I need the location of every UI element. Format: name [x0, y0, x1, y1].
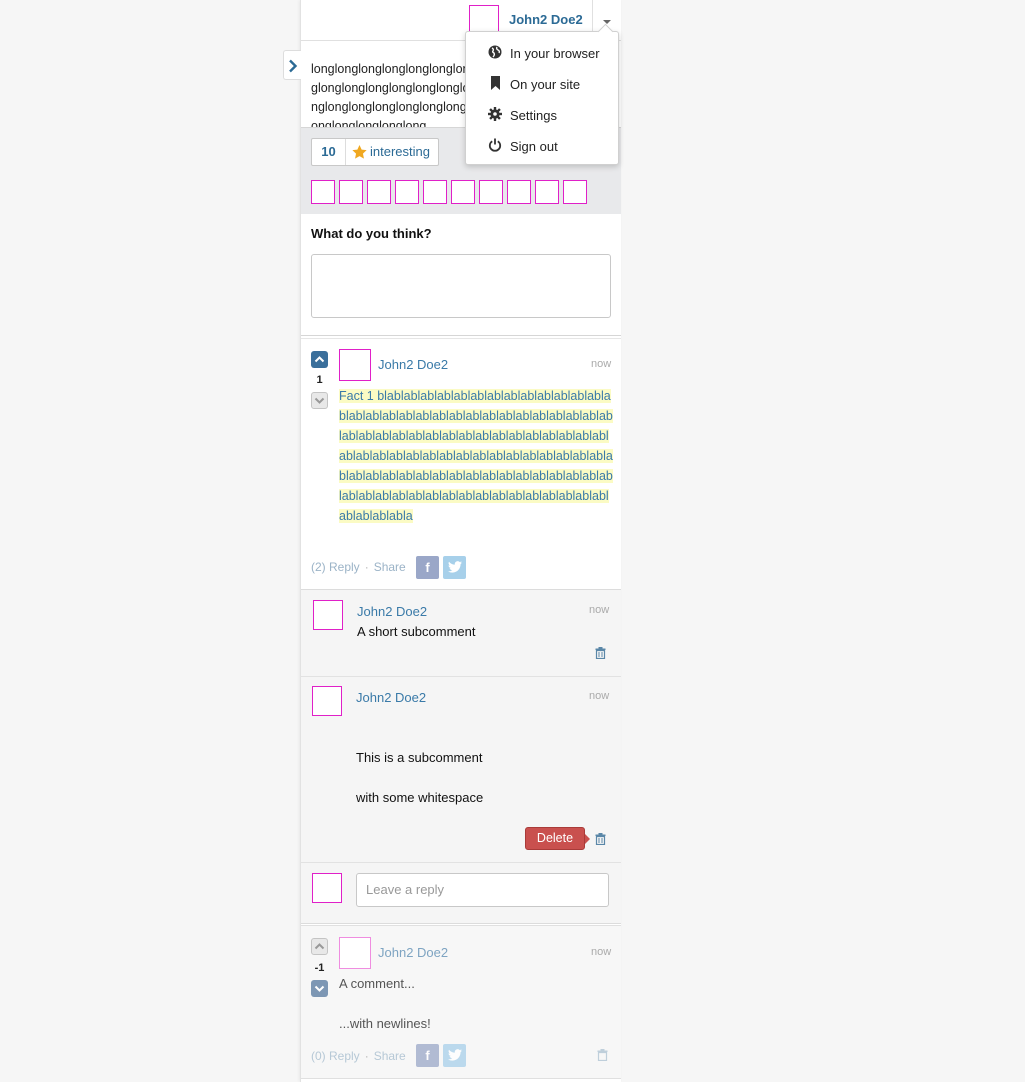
- menu-item-on-your-site[interactable]: On your site: [466, 69, 618, 100]
- divider: [301, 676, 621, 677]
- reply-input[interactable]: Leave a reply: [356, 873, 609, 907]
- share-link[interactable]: Share: [374, 1049, 406, 1063]
- comment-actions: (0) Reply · Share: [311, 1049, 406, 1063]
- subcomment-author[interactable]: John2 Doe2: [357, 604, 427, 619]
- vote-count: -1: [314, 962, 325, 974]
- comment-textarea[interactable]: [311, 254, 611, 318]
- menu-item-label: In your browser: [510, 46, 600, 61]
- user-menu: In your browser On your site Settings Si…: [465, 31, 619, 165]
- comment-author[interactable]: John2 Doe2: [378, 357, 448, 372]
- avatar[interactable]: [535, 180, 559, 204]
- comment-time: now: [591, 946, 612, 958]
- avatar[interactable]: [339, 937, 371, 969]
- avatar[interactable]: [311, 180, 335, 204]
- reply-link[interactable]: (2) Reply: [311, 560, 360, 574]
- subcomment-author[interactable]: John2 Doe2: [356, 690, 426, 705]
- compose-section: What do you think?: [301, 214, 621, 336]
- upvote-button[interactable]: [311, 351, 328, 368]
- downvote-button[interactable]: [311, 980, 328, 997]
- comment-text: Fact 1 blablablablablablablablablablabla…: [339, 389, 613, 523]
- share-link[interactable]: Share: [374, 560, 406, 574]
- sidebar-toggle[interactable]: [283, 50, 301, 80]
- interest-count: 10: [312, 139, 346, 165]
- subcomment-text-line: with some whitespace: [356, 790, 484, 805]
- chevron-up-icon: [314, 943, 325, 950]
- avatar[interactable]: [339, 180, 363, 204]
- vote-count: 1: [316, 374, 323, 386]
- comment-time: now: [591, 358, 612, 370]
- comment-text-line: A comment...: [339, 976, 415, 991]
- page-text: longlonglonglonglonglonglonglonglonglong…: [311, 62, 470, 133]
- bookmark-icon: [491, 76, 500, 90]
- interested-users: [311, 180, 591, 204]
- menu-item-settings[interactable]: Settings: [466, 100, 618, 131]
- twitter-share-button[interactable]: [443, 556, 466, 579]
- avatar[interactable]: [563, 180, 587, 204]
- avatar[interactable]: [479, 180, 503, 204]
- delete-button[interactable]: Delete: [525, 827, 590, 850]
- avatar[interactable]: [312, 873, 342, 903]
- comment-text-line: ...with newlines!: [339, 1016, 431, 1031]
- avatar[interactable]: [313, 600, 343, 630]
- comment-body: Fact 1 blablablablablablablablablablabla…: [339, 386, 613, 526]
- separator: ·: [364, 1049, 369, 1063]
- avatar[interactable]: [423, 180, 447, 204]
- reply-link[interactable]: (0) Reply: [311, 1049, 360, 1063]
- interest-label: interesting: [370, 144, 430, 159]
- facebook-share-button[interactable]: f: [416, 556, 439, 579]
- facebook-share-button[interactable]: f: [416, 1044, 439, 1067]
- avatar[interactable]: [312, 686, 342, 716]
- avatar[interactable]: [395, 180, 419, 204]
- trash-icon[interactable]: [597, 1049, 608, 1061]
- subcomment-time: now: [589, 604, 610, 616]
- menu-item-label: Settings: [510, 108, 557, 123]
- avatar[interactable]: [507, 180, 531, 204]
- subcomments: John2 Doe2 now A short subcomment John2 …: [301, 589, 621, 924]
- globe-icon: [488, 45, 502, 59]
- menu-item-label: Sign out: [510, 139, 558, 154]
- subcomment-text-line: This is a subcomment: [356, 750, 483, 765]
- menu-item-sign-out[interactable]: Sign out: [466, 131, 618, 162]
- comment-actions: (2) Reply · Share: [311, 560, 406, 574]
- gear-icon: [488, 107, 502, 121]
- menu-item-in-your-browser[interactable]: In your browser: [466, 38, 618, 69]
- user-name[interactable]: John2 Doe2: [509, 12, 583, 27]
- avatar[interactable]: [451, 180, 475, 204]
- avatar[interactable]: [339, 349, 371, 381]
- subcomment-text: A short subcomment: [357, 624, 476, 639]
- twitter-icon: [447, 561, 462, 573]
- twitter-icon: [447, 1049, 462, 1061]
- comment-author[interactable]: John2 Doe2: [378, 945, 448, 960]
- chevron-down-icon: [314, 397, 325, 404]
- star-icon: [352, 145, 367, 159]
- chevron-down-icon: [314, 985, 325, 992]
- subcomment-time: now: [589, 690, 610, 702]
- avatar[interactable]: [367, 180, 391, 204]
- power-icon: [488, 138, 502, 152]
- chevron-right-icon: [289, 59, 298, 73]
- downvote-button[interactable]: [311, 392, 328, 409]
- menu-item-label: On your site: [510, 77, 581, 92]
- divider: [301, 862, 621, 863]
- trash-icon[interactable]: [595, 647, 606, 659]
- upvote-button[interactable]: [311, 938, 328, 955]
- interesting-button[interactable]: 10 interesting: [311, 138, 439, 166]
- comment: 1 John2 Doe2 now Fact 1 blablablablablab…: [301, 338, 621, 590]
- trash-icon[interactable]: [595, 833, 606, 845]
- twitter-share-button[interactable]: [443, 1044, 466, 1067]
- separator: ·: [364, 560, 369, 574]
- comment: -1 John2 Doe2 now A comment... ...with n…: [301, 925, 621, 1079]
- compose-title: What do you think?: [311, 226, 432, 241]
- chevron-up-icon: [314, 356, 325, 363]
